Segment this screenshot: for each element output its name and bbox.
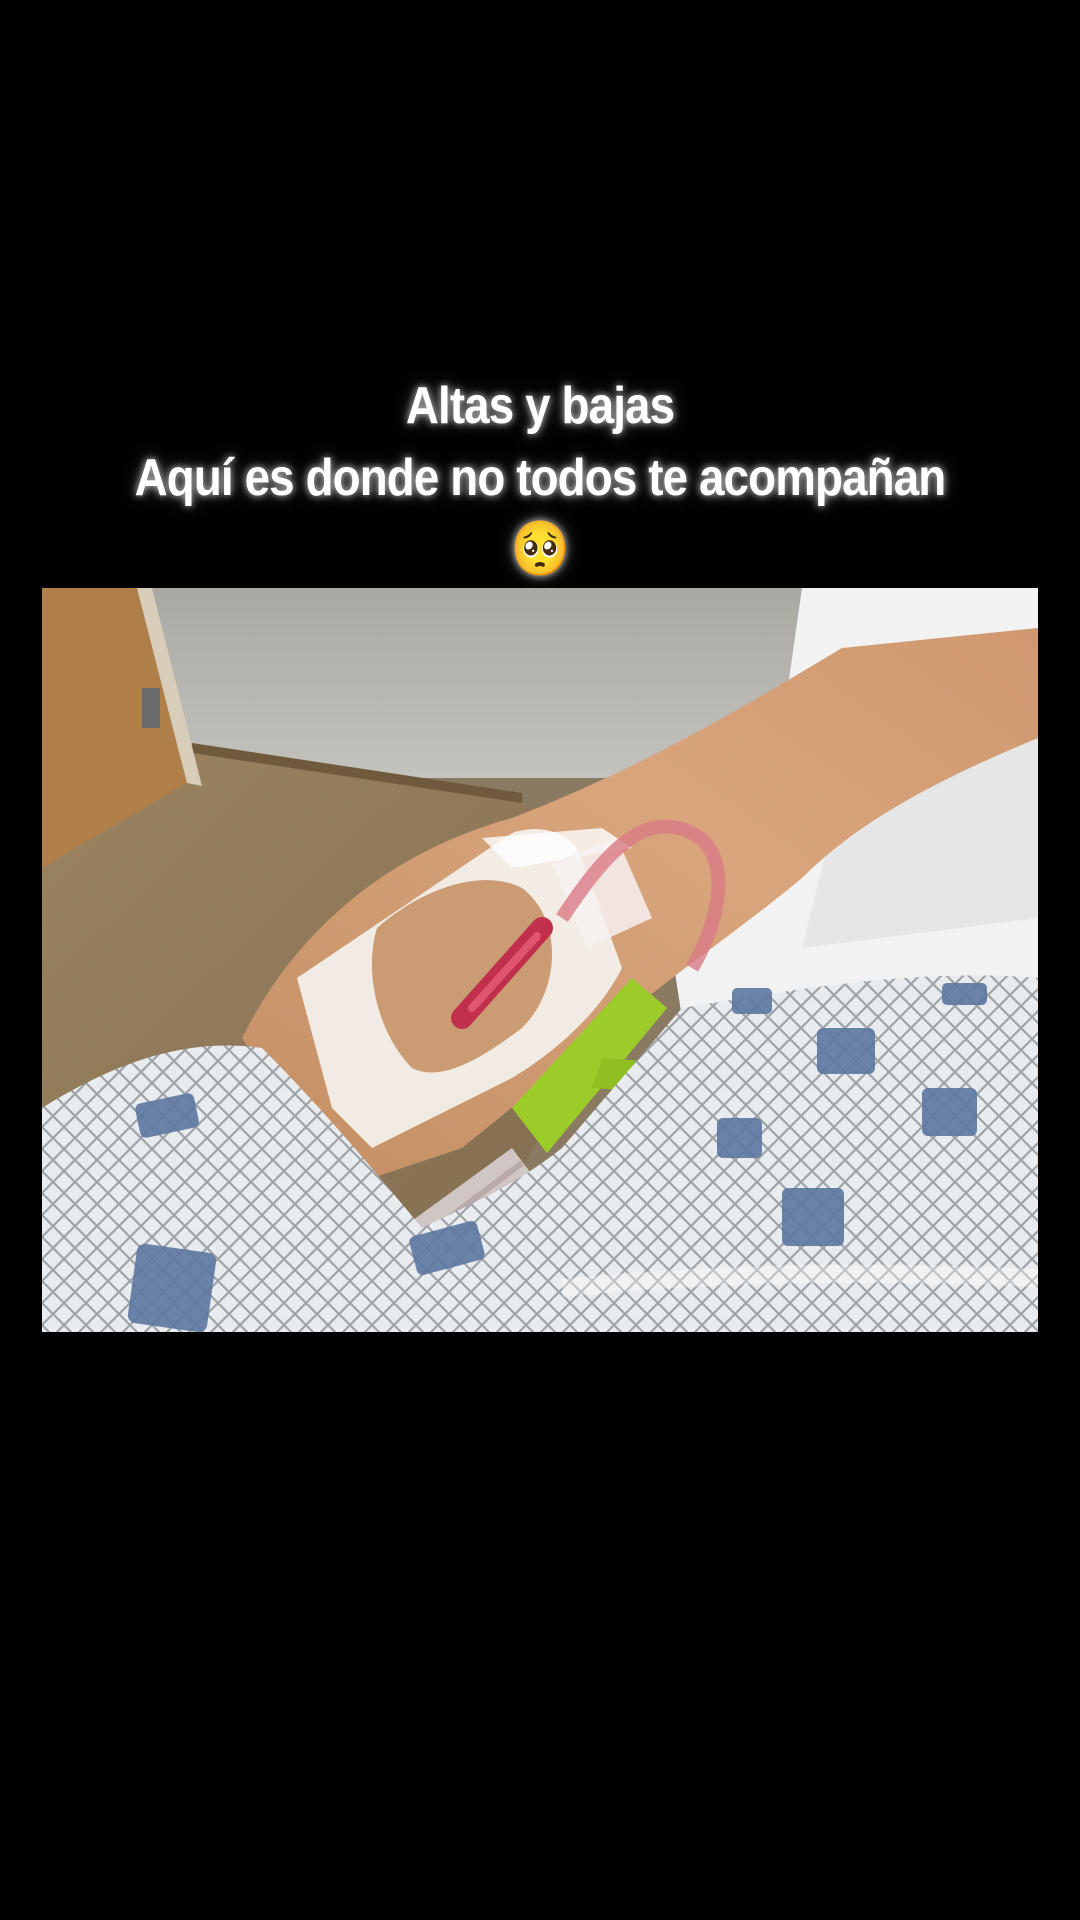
photo-illustration (42, 588, 1038, 1332)
pleading-face-emoji-icon: 🥺 (510, 517, 570, 580)
caption-line-1: Altas y bajas (405, 377, 675, 435)
hospital-arm-photo (42, 588, 1038, 1332)
caption-overlay: Altas y bajas Aquí es donde no todos te … (65, 370, 1015, 584)
caption-line-2: Aquí es donde no todos te acompañan (134, 449, 947, 507)
